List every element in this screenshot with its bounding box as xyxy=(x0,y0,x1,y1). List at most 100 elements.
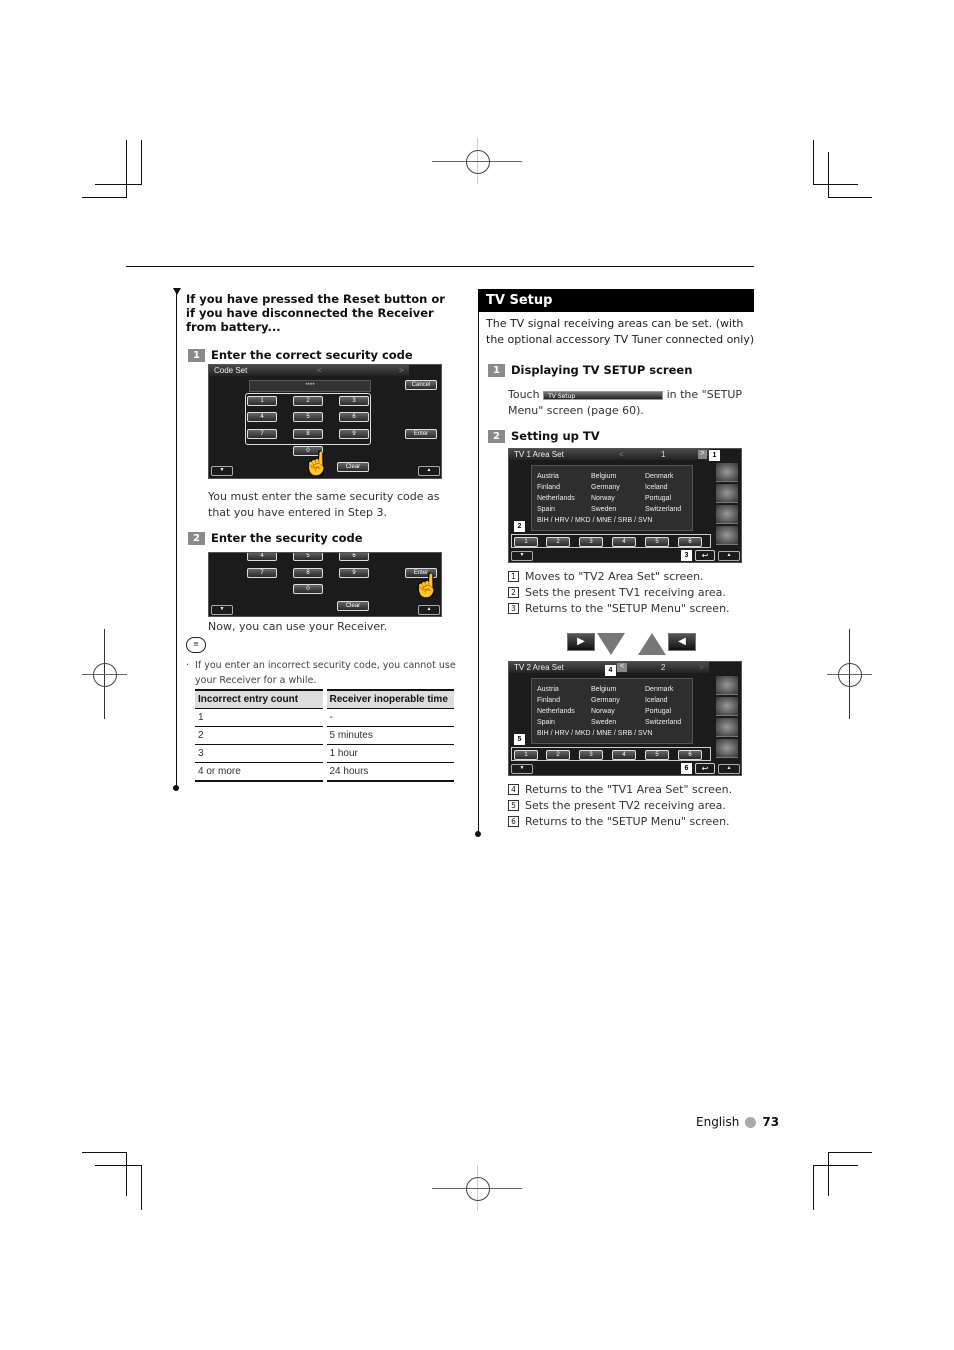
note-item: 6 Returns to the "SETUP Menu" screen. xyxy=(508,815,730,828)
scroll-up-icon[interactable]: ▲ xyxy=(718,764,740,774)
audio-icon[interactable] xyxy=(716,697,738,716)
next-page-button[interactable]: > xyxy=(698,450,707,459)
prev-arrow-icon[interactable]: < xyxy=(317,366,322,375)
preset-button-2[interactable]: 2 xyxy=(546,537,570,547)
return-icon[interactable]: ↩ xyxy=(695,763,715,774)
country-option[interactable]: Sweden xyxy=(591,506,616,513)
country-option[interactable]: Switzerland xyxy=(645,719,681,726)
table-row: 4 or more 24 hours xyxy=(195,763,454,782)
country-option[interactable]: Belgium xyxy=(591,686,616,693)
key-5[interactable]: 5 xyxy=(293,553,323,561)
clear-button[interactable]: Clear xyxy=(337,601,369,611)
country-option[interactable]: Denmark xyxy=(645,473,673,480)
country-option[interactable]: Denmark xyxy=(645,686,673,693)
country-option[interactable]: Switzerland xyxy=(645,506,681,513)
country-option[interactable]: Portugal xyxy=(645,708,671,715)
note-text: Sets the present TV2 receiving area. xyxy=(525,799,726,812)
key-5[interactable]: 5 xyxy=(293,412,323,422)
preset-button-1[interactable]: 1 xyxy=(514,750,538,760)
preset-button-3[interactable]: 3 xyxy=(579,750,603,760)
disc-icon[interactable] xyxy=(716,505,738,524)
step-label: Enter the correct security code xyxy=(211,348,413,362)
callout-number: 4 xyxy=(508,784,519,795)
key-4[interactable]: 4 xyxy=(247,553,277,561)
setup-tools-icon[interactable] xyxy=(716,526,738,545)
key-2[interactable]: 2 xyxy=(293,396,323,406)
country-option[interactable]: Iceland xyxy=(645,484,668,491)
note-text: Returns to the "SETUP Menu" screen. xyxy=(525,602,730,615)
callout-6: 6 xyxy=(681,763,692,774)
country-option[interactable]: Spain xyxy=(537,719,555,726)
cancel-button[interactable]: Cancel xyxy=(405,380,437,390)
country-option[interactable]: Norway xyxy=(591,495,615,502)
enter-button[interactable]: Enter xyxy=(405,429,437,439)
next-arrow-button: ▶ xyxy=(567,633,595,651)
table-cell: 1 xyxy=(195,709,323,727)
preset-button-4[interactable]: 4 xyxy=(612,750,636,760)
key-8[interactable]: 8 xyxy=(293,429,323,439)
setup-tools-icon[interactable] xyxy=(716,739,738,758)
preset-button-5[interactable]: 5 xyxy=(645,750,669,760)
page-number: 73 xyxy=(762,1115,780,1129)
country-option[interactable]: Austria xyxy=(537,686,559,693)
preset-button-6[interactable]: 6 xyxy=(678,537,702,547)
disc-icon[interactable] xyxy=(716,718,738,737)
prev-arrow-icon[interactable]: < xyxy=(619,450,624,459)
callout-number: 1 xyxy=(508,571,519,582)
country-option[interactable]: Finland xyxy=(537,484,560,491)
country-option[interactable]: Belgium xyxy=(591,473,616,480)
key-9[interactable]: 9 xyxy=(339,429,369,439)
preset-button-2[interactable]: 2 xyxy=(546,750,570,760)
next-arrow-icon[interactable]: > xyxy=(699,663,704,672)
preset-button-1[interactable]: 1 xyxy=(514,537,538,547)
country-option[interactable]: Sweden xyxy=(591,719,616,726)
country-group-option[interactable]: BIH / HRV / MKD / MNE / SRB / SVN xyxy=(537,730,652,737)
table-cell: 1 hour xyxy=(326,745,454,763)
country-option[interactable]: Austria xyxy=(537,473,559,480)
step-number: 1 xyxy=(488,363,505,377)
country-option[interactable]: Germany xyxy=(591,484,620,491)
menu-grid-icon[interactable] xyxy=(716,676,738,695)
key-3[interactable]: 3 xyxy=(339,396,369,406)
key-0[interactable]: 0 xyxy=(293,584,323,594)
scroll-down-icon[interactable]: ▼ xyxy=(511,764,533,774)
scroll-up-icon[interactable]: ▲ xyxy=(418,466,440,476)
tv-setup-button[interactable]: TV Setup xyxy=(543,390,664,400)
callout-number: 6 xyxy=(508,816,519,827)
scroll-down-icon[interactable]: ▼ xyxy=(511,551,533,561)
key-6[interactable]: 6 xyxy=(339,412,369,422)
scroll-up-icon[interactable]: ▲ xyxy=(418,605,440,615)
scroll-down-icon[interactable]: ▼ xyxy=(211,466,233,476)
key-6[interactable]: 6 xyxy=(339,553,369,561)
country-option[interactable]: Netherlands xyxy=(537,495,575,502)
prev-page-button[interactable]: < xyxy=(617,663,627,672)
country-option[interactable]: Finland xyxy=(537,697,560,704)
country-option[interactable]: Netherlands xyxy=(537,708,575,715)
preset-button-6[interactable]: 6 xyxy=(678,750,702,760)
country-group-option[interactable]: BIH / HRV / MKD / MNE / SRB / SVN xyxy=(537,517,652,524)
country-option[interactable]: Norway xyxy=(591,708,615,715)
menu-grid-icon[interactable] xyxy=(716,463,738,482)
next-arrow-icon[interactable]: > xyxy=(399,366,404,375)
scroll-down-icon[interactable]: ▼ xyxy=(211,605,233,615)
key-7[interactable]: 7 xyxy=(247,429,277,439)
key-7[interactable]: 7 xyxy=(247,568,277,578)
country-option[interactable]: Germany xyxy=(591,697,620,704)
country-option[interactable]: Spain xyxy=(537,506,555,513)
audio-icon[interactable] xyxy=(716,484,738,503)
table-cell: 24 hours xyxy=(326,763,454,782)
key-9[interactable]: 9 xyxy=(339,568,369,578)
country-option[interactable]: Iceland xyxy=(645,697,668,704)
key-8[interactable]: 8 xyxy=(293,568,323,578)
return-icon[interactable]: ↩ xyxy=(695,550,715,561)
preset-button-4[interactable]: 4 xyxy=(612,537,636,547)
key-4[interactable]: 4 xyxy=(247,412,277,422)
preset-button-5[interactable]: 5 xyxy=(645,537,669,547)
key-1[interactable]: 1 xyxy=(247,396,277,406)
preset-button-3[interactable]: 3 xyxy=(579,537,603,547)
clear-button[interactable]: Clear xyxy=(337,462,369,472)
scroll-up-icon[interactable]: ▲ xyxy=(718,551,740,561)
country-option[interactable]: Portugal xyxy=(645,495,671,502)
section-bar xyxy=(176,292,177,786)
note-item: 3 Returns to the "SETUP Menu" screen. xyxy=(508,602,730,615)
